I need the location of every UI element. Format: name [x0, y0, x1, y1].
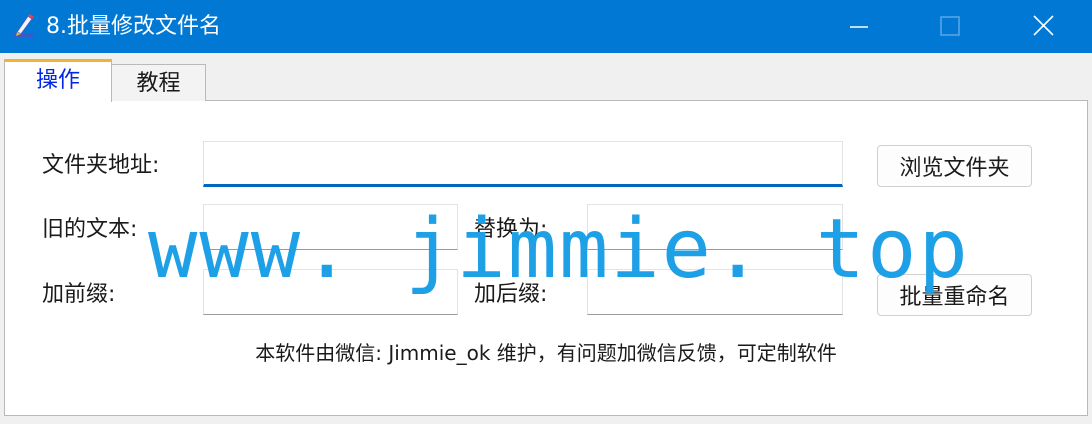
- tab-operation[interactable]: 操作: [4, 59, 112, 102]
- browse-folder-button[interactable]: 浏览文件夹: [877, 145, 1032, 187]
- footer-info-text: 本软件由微信: Jimmie_ok 维护，有问题加微信反馈，可定制软件: [255, 341, 837, 365]
- prefix-label: 加前缀:: [42, 282, 116, 307]
- maximize-button[interactable]: [914, 0, 984, 53]
- watermark-text: www. jimmie. top: [148, 202, 970, 297]
- folder-label: 文件夹地址:: [42, 153, 160, 178]
- close-button[interactable]: [1008, 0, 1078, 53]
- window-title: 8.批量修改文件名: [46, 14, 221, 39]
- tab-tutorial[interactable]: 教程: [111, 64, 206, 101]
- minimize-button[interactable]: [824, 0, 894, 53]
- folder-path-input[interactable]: [203, 141, 843, 187]
- app-pencil-icon: [11, 13, 37, 39]
- old-text-label: 旧的文本:: [42, 217, 138, 242]
- title-bar[interactable]: 8.批量修改文件名: [0, 0, 1092, 53]
